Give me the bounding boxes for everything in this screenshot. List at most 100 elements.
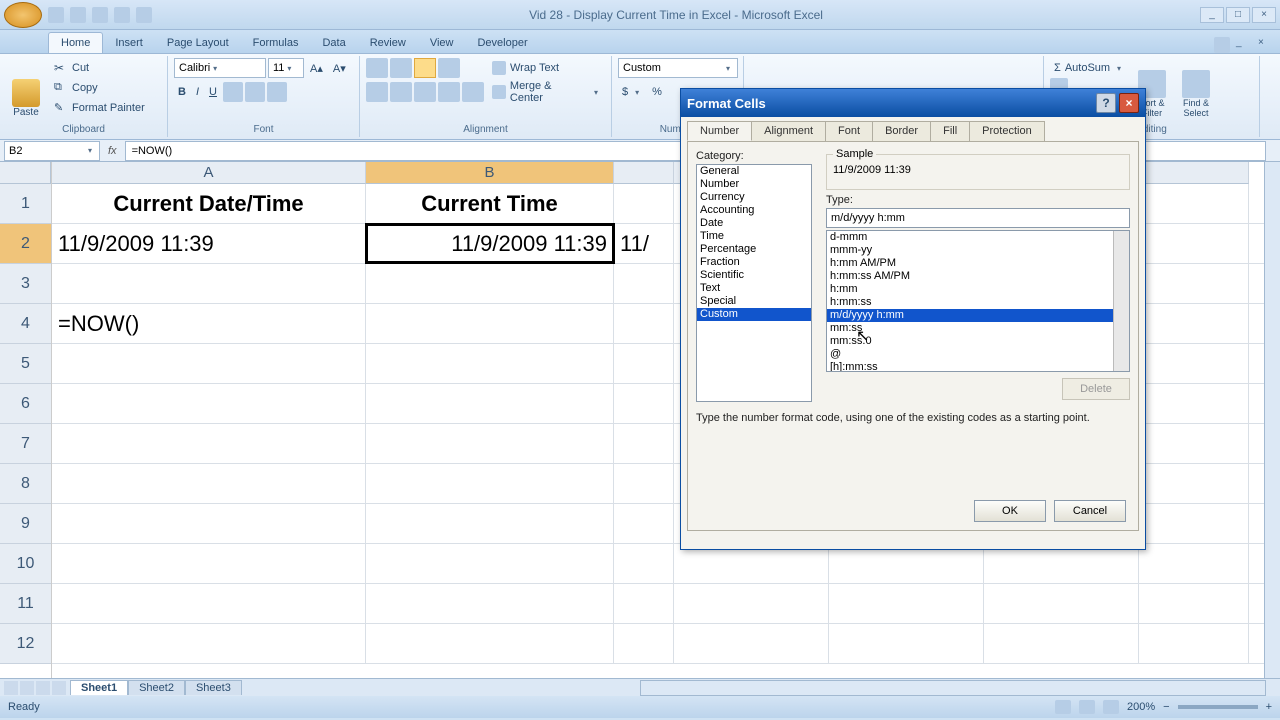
indent-dec-button[interactable] (438, 82, 460, 102)
col-header[interactable] (614, 162, 674, 184)
cell[interactable] (1139, 584, 1249, 623)
fill-color-button[interactable] (245, 82, 265, 102)
cell[interactable] (52, 344, 366, 383)
list-item[interactable]: Currency (697, 191, 811, 204)
col-header[interactable]: A (52, 162, 366, 184)
cell[interactable] (829, 624, 984, 663)
cell[interactable] (614, 464, 674, 503)
cell[interactable] (366, 304, 614, 343)
workbook-close-button[interactable]: × (1258, 37, 1274, 53)
zoom-out-button[interactable]: − (1163, 701, 1169, 713)
autosum-button[interactable]: Σ AutoSum▾ (1050, 58, 1128, 78)
fx-icon[interactable]: fx (108, 145, 117, 157)
wrap-text-button[interactable]: Wrap Text (488, 58, 605, 78)
align-center-button[interactable] (390, 82, 412, 102)
ribbon-minimize-button[interactable]: _ (1236, 37, 1252, 53)
align-bottom-button[interactable] (414, 58, 436, 78)
list-item[interactable]: mm:ss (827, 322, 1129, 335)
find-select-button[interactable]: Find & Select (1176, 58, 1216, 118)
cell[interactable] (52, 584, 366, 623)
sheet-tab[interactable]: Sheet2 (128, 680, 185, 695)
col-header[interactable]: B (366, 162, 614, 184)
row-header[interactable]: 11 (0, 584, 51, 624)
select-all-corner[interactable] (0, 162, 51, 184)
dialog-help-button[interactable]: ? (1096, 93, 1116, 113)
tab-nav-prev[interactable] (20, 681, 34, 695)
cell[interactable] (614, 264, 674, 303)
list-item[interactable]: Time (697, 230, 811, 243)
list-item[interactable]: Fraction (697, 256, 811, 269)
cell[interactable] (52, 464, 366, 503)
row-header[interactable]: 4 (0, 304, 51, 344)
list-item[interactable]: h:mm:ss AM/PM (827, 270, 1129, 283)
cell[interactable] (674, 584, 829, 623)
cell[interactable] (614, 424, 674, 463)
list-item[interactable]: Number (697, 178, 811, 191)
vertical-scrollbar[interactable] (1264, 162, 1280, 678)
list-item[interactable]: mm:ss.0 (827, 335, 1129, 348)
font-size-combo[interactable]: 11▾ (268, 58, 304, 78)
align-top-button[interactable] (366, 58, 388, 78)
cell[interactable] (674, 624, 829, 663)
dialog-tab-protection[interactable]: Protection (969, 121, 1045, 141)
cell[interactable] (366, 264, 614, 303)
list-item[interactable]: Percentage (697, 243, 811, 256)
view-break-icon[interactable] (1103, 700, 1119, 714)
list-item[interactable]: mmm-yy (827, 244, 1129, 257)
list-item[interactable]: Accounting (697, 204, 811, 217)
row-header[interactable]: 8 (0, 464, 51, 504)
cell[interactable] (52, 384, 366, 423)
qat-icon[interactable] (136, 7, 152, 23)
paste-button[interactable]: Paste (6, 58, 46, 118)
list-item[interactable]: d-mmm (827, 231, 1129, 244)
dialog-close-button[interactable]: × (1119, 93, 1139, 113)
tab-data[interactable]: Data (310, 33, 357, 53)
dialog-tab-alignment[interactable]: Alignment (751, 121, 826, 141)
category-list[interactable]: General Number Currency Accounting Date … (696, 164, 812, 402)
tab-insert[interactable]: Insert (103, 33, 155, 53)
cell[interactable] (52, 504, 366, 543)
dialog-title-bar[interactable]: Format Cells ? × (681, 89, 1145, 117)
cell[interactable] (1139, 624, 1249, 663)
cell[interactable] (1139, 504, 1249, 543)
undo-icon[interactable] (70, 7, 86, 23)
list-item[interactable]: h:mm:ss (827, 296, 1129, 309)
cell[interactable] (1139, 184, 1249, 223)
name-box[interactable]: B2▾ (4, 141, 100, 161)
cell[interactable] (366, 464, 614, 503)
cell[interactable] (1139, 344, 1249, 383)
row-header[interactable]: 5 (0, 344, 51, 384)
list-item[interactable]: h:mm (827, 283, 1129, 296)
cell-a4[interactable]: =NOW() (52, 304, 366, 343)
cell[interactable] (366, 344, 614, 383)
row-header[interactable]: 3 (0, 264, 51, 304)
cell[interactable] (1139, 264, 1249, 303)
dialog-tab-font[interactable]: Font (825, 121, 873, 141)
cell[interactable] (614, 584, 674, 623)
cell[interactable] (366, 624, 614, 663)
cell[interactable] (829, 584, 984, 623)
tab-nav-last[interactable] (52, 681, 66, 695)
cell[interactable] (984, 584, 1139, 623)
row-header[interactable]: 6 (0, 384, 51, 424)
list-item[interactable]: General (697, 165, 811, 178)
row-header[interactable]: 2 (0, 224, 51, 264)
cut-button[interactable]: Cut (50, 58, 149, 78)
indent-inc-button[interactable] (462, 82, 484, 102)
cell[interactable] (614, 304, 674, 343)
tab-developer[interactable]: Developer (465, 33, 539, 53)
cell[interactable] (1139, 424, 1249, 463)
currency-button[interactable]: $▾ (618, 82, 646, 102)
cancel-button[interactable]: Cancel (1054, 500, 1126, 522)
cell-c2[interactable]: 11/ (614, 224, 674, 263)
border-button[interactable] (223, 82, 243, 102)
tab-view[interactable]: View (418, 33, 466, 53)
format-painter-button[interactable]: Format Painter (50, 98, 149, 118)
cell-b2[interactable]: 11/9/2009 11:39 (366, 224, 614, 263)
list-item[interactable]: @ (827, 348, 1129, 361)
tab-review[interactable]: Review (358, 33, 418, 53)
italic-button[interactable]: I (192, 82, 203, 102)
dialog-tab-fill[interactable]: Fill (930, 121, 970, 141)
cell-a1[interactable]: Current Date/Time (52, 184, 366, 223)
number-format-combo[interactable]: Custom▾ (618, 58, 738, 78)
